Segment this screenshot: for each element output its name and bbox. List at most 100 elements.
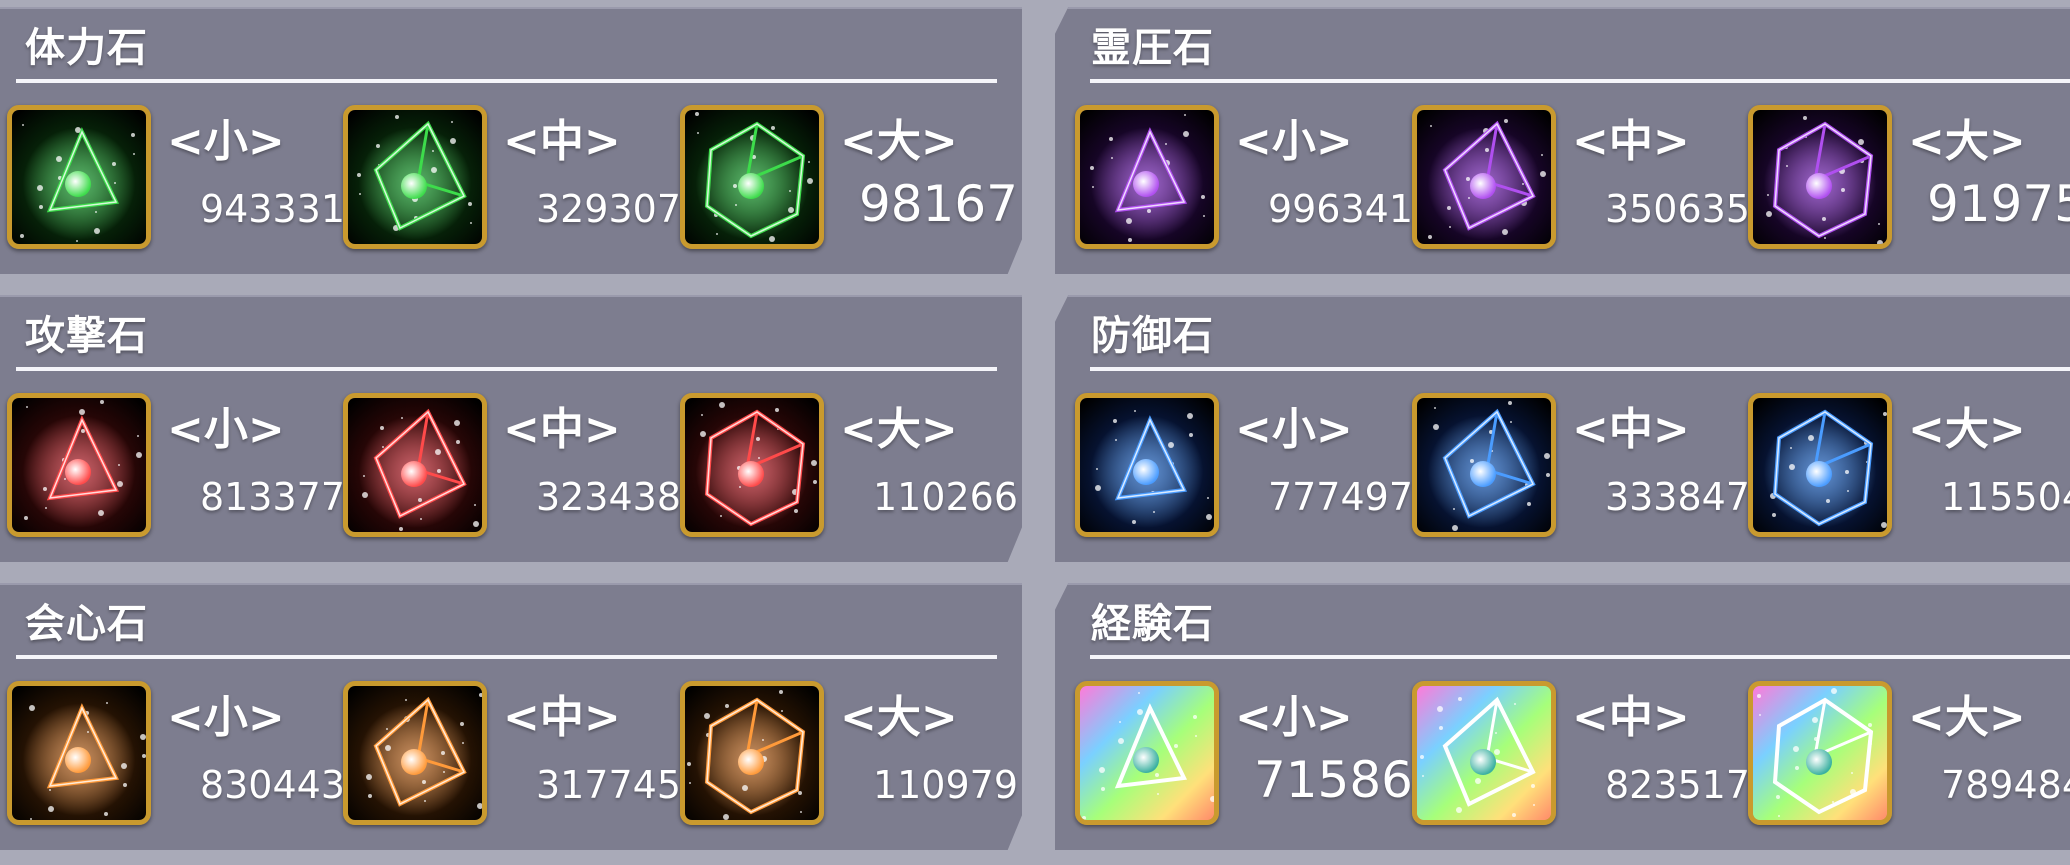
crystal-graphic — [1080, 398, 1214, 532]
crystal-graphic — [348, 686, 482, 820]
stone-item-large[interactable]: <大> 110979 — [680, 681, 1018, 829]
divider — [1090, 367, 2070, 371]
stone-count: 813377 — [199, 475, 345, 519]
stone-count: 329307 — [535, 187, 681, 231]
panel-attack-stone: 攻撃石 <小> 813377 <中> 323438 <大> 110266 — [0, 295, 1022, 562]
stone-count: 110266 — [872, 475, 1018, 519]
divider — [1090, 79, 2070, 83]
stone-item-small[interactable]: <小> 813377 — [7, 393, 345, 541]
stone-item-small[interactable]: <小> 996341 — [1075, 105, 1413, 253]
crystal-graphic — [1753, 686, 1887, 820]
size-label: <小> — [1235, 404, 1353, 455]
stone-item-small[interactable]: <小> 777497 — [1075, 393, 1413, 541]
stone-item-small[interactable]: <小> 943331 — [7, 105, 345, 253]
stone-item-large[interactable]: <大> 789484 — [1748, 681, 2070, 829]
stone-count: 777497 — [1267, 475, 1413, 519]
crystal-graphic — [348, 110, 482, 244]
size-label: <中> — [1572, 404, 1690, 455]
stone-count: 317745 — [535, 763, 681, 807]
size-label: <大> — [840, 116, 958, 167]
stamina-stone-medium-icon — [343, 105, 487, 249]
stone-count: 943331 — [199, 187, 345, 231]
stamina-stone-large-icon — [680, 105, 824, 249]
stone-item-small[interactable]: <小> 830443 — [7, 681, 345, 829]
size-label: <大> — [1908, 404, 2026, 455]
stone-item-medium[interactable]: <中> 323438 — [343, 393, 681, 541]
panel-stamina-stone: 体力石 <小> 943331 <中> 329307 <大> 98167 — [0, 7, 1022, 274]
size-label: <小> — [167, 116, 285, 167]
experience-stone-medium-icon — [1412, 681, 1556, 825]
stone-count: 91975 — [1926, 175, 2070, 233]
attack-stone-large-icon — [680, 393, 824, 537]
defense-stone-small-icon — [1075, 393, 1219, 537]
panel-title: 霊圧石 — [1091, 25, 1214, 71]
stone-count: 789484 — [1940, 763, 2070, 807]
panel-defense-stone: 防御石 <小> 777497 <中> 333847 <大> 11550 — [1055, 295, 2070, 562]
size-label: <中> — [503, 116, 621, 167]
size-label: <中> — [1572, 692, 1690, 743]
crystal-graphic — [1080, 686, 1214, 820]
crystal-graphic — [12, 398, 146, 532]
size-label: <大> — [840, 404, 958, 455]
panel-title: 体力石 — [25, 25, 148, 71]
stone-count: 830443 — [199, 763, 345, 807]
defense-stone-large-icon — [1748, 393, 1892, 537]
experience-stone-small-icon — [1075, 681, 1219, 825]
spirit-stone-large-icon — [1748, 105, 1892, 249]
stamina-stone-small-icon — [7, 105, 151, 249]
crystal-graphic — [1753, 110, 1887, 244]
divider — [16, 367, 997, 371]
critical-stone-small-icon — [7, 681, 151, 825]
stone-count: 333847 — [1604, 475, 1750, 519]
crystal-graphic — [12, 686, 146, 820]
divider — [16, 655, 997, 659]
stone-count: 110979 — [872, 763, 1018, 807]
stone-count: 323438 — [535, 475, 681, 519]
panel-spirit-stone: 霊圧石 <小> 996341 <中> 350635 <大> 9197 — [1055, 7, 2070, 274]
crystal-graphic — [1080, 110, 1214, 244]
critical-stone-medium-icon — [343, 681, 487, 825]
size-label: <小> — [167, 692, 285, 743]
experience-stone-large-icon — [1748, 681, 1892, 825]
spirit-stone-medium-icon — [1412, 105, 1556, 249]
size-label: <大> — [1908, 116, 2026, 167]
size-label: <中> — [1572, 116, 1690, 167]
size-label: <小> — [1235, 692, 1353, 743]
panel-critical-stone: 会心石 <小> 830443 <中> 317745 <大> 110979 — [0, 583, 1022, 850]
size-label: <小> — [1235, 116, 1353, 167]
stone-item-large[interactable]: <大> 115504 — [1748, 393, 2070, 541]
panel-title: 会心石 — [25, 601, 148, 647]
panel-title: 経験石 — [1091, 601, 1214, 647]
crystal-graphic — [12, 110, 146, 244]
crystal-graphic — [685, 398, 819, 532]
stone-item-medium[interactable]: <中> 350635 — [1412, 105, 1750, 253]
stone-item-large[interactable]: <大> 110266 — [680, 393, 1018, 541]
size-label: <小> — [167, 404, 285, 455]
stone-item-large[interactable]: <大> 98167 — [680, 105, 1018, 253]
attack-stone-medium-icon — [343, 393, 487, 537]
crystal-graphic — [348, 398, 482, 532]
stone-item-small[interactable]: <小> 71586 — [1075, 681, 1413, 829]
crystal-graphic — [1753, 398, 1887, 532]
crystal-graphic — [1417, 686, 1551, 820]
crystal-graphic — [1417, 110, 1551, 244]
stone-item-medium[interactable]: <中> 333847 — [1412, 393, 1750, 541]
size-label: <中> — [503, 692, 621, 743]
critical-stone-large-icon — [680, 681, 824, 825]
stone-item-medium[interactable]: <中> 823517 — [1412, 681, 1750, 829]
spirit-stone-small-icon — [1075, 105, 1219, 249]
size-label: <大> — [1908, 692, 2026, 743]
stone-count: 98167 — [858, 175, 1018, 233]
size-label: <中> — [503, 404, 621, 455]
stone-item-medium[interactable]: <中> 317745 — [343, 681, 681, 829]
divider — [16, 79, 997, 83]
crystal-graphic — [685, 110, 819, 244]
panel-title: 防御石 — [1091, 313, 1214, 359]
attack-stone-small-icon — [7, 393, 151, 537]
stone-count: 115504 — [1940, 475, 2070, 519]
stone-item-medium[interactable]: <中> 329307 — [343, 105, 681, 253]
crystal-graphic — [685, 686, 819, 820]
panel-experience-stone: 経験石 <小> 71586 <中> 823517 <大> 78948 — [1055, 583, 2070, 850]
panel-title: 攻撃石 — [25, 313, 148, 359]
stone-item-large[interactable]: <大> 91975 — [1748, 105, 2070, 253]
